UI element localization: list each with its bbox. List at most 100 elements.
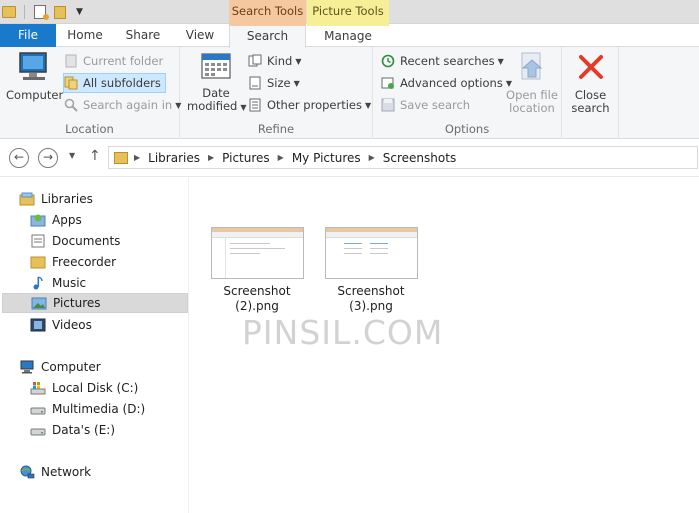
computer-button-label: Computer [6, 88, 64, 102]
sidebar-item-documents[interactable]: Documents [30, 231, 120, 251]
sidebar-item-music[interactable]: Music [30, 273, 86, 293]
videos-icon [30, 318, 46, 332]
breadcrumb-separator-icon[interactable]: ▶ [369, 153, 375, 162]
network-icon [20, 465, 35, 479]
tab-search[interactable]: Search [229, 24, 306, 48]
breadcrumb-screenshots[interactable]: Screenshots [383, 151, 456, 165]
properties-icon[interactable] [34, 5, 49, 20]
tab-file[interactable]: File [0, 24, 56, 47]
calendar-icon [201, 53, 231, 79]
sidebar-item-label: Data's (E:) [52, 423, 116, 437]
file-item[interactable]: Screenshot (3).png [321, 227, 421, 314]
file-item[interactable]: Screenshot (2).png [207, 227, 307, 314]
breadcrumb-libraries[interactable]: Libraries [148, 151, 200, 165]
sidebar-item-label: Music [52, 276, 87, 290]
sidebar-item-multimedia[interactable]: Multimedia (D:) [30, 399, 145, 419]
kind-icon [248, 54, 262, 67]
tab-home[interactable]: Home [56, 24, 114, 47]
date-modified-button[interactable]: Date modified ▼ [187, 51, 247, 114]
sidebar-item-apps[interactable]: Apps [30, 210, 82, 230]
address-bar[interactable]: ▶ Libraries ▶ Pictures ▶ My Pictures ▶ S… [108, 146, 698, 169]
options-group-label: Options [444, 122, 490, 136]
navigation-pane: Libraries Apps Documents Freecorder Musi… [0, 178, 189, 513]
location-group-label: Location [65, 122, 114, 136]
sidebar-item-label: Local Disk (C:) [52, 381, 139, 395]
sidebar-item-pictures[interactable]: Pictures [2, 293, 188, 313]
search-tools-context-label: Search Tools [229, 0, 306, 24]
recent-searches-button[interactable]: Recent searches ▼ [381, 51, 504, 71]
forward-arrow-icon[interactable]: → [38, 148, 58, 168]
chevron-down-icon: ▼ [295, 56, 302, 66]
chevron-down-icon: ▼ [365, 100, 372, 110]
chevron-down-icon: ▼ [240, 103, 247, 112]
sidebar-item-label: Pictures [53, 296, 101, 310]
sidebar-item-libraries[interactable]: Libraries [19, 189, 93, 209]
navigation-bar: ← → ▼ ↑ ▶ Libraries ▶ Pictures ▶ My Pict… [0, 139, 699, 177]
tab-manage[interactable]: Manage [307, 24, 389, 47]
subfolders-icon [64, 76, 78, 90]
new-folder-icon[interactable] [54, 5, 66, 19]
save-search-label: Save search [400, 98, 471, 112]
date-modified-label-line2: modified [187, 99, 238, 113]
up-arrow-icon[interactable]: ↑ [89, 148, 101, 164]
customize-toolbar-chevron-icon[interactable]: ▼ [76, 7, 83, 17]
sidebar-item-computer[interactable]: Computer [19, 357, 101, 377]
drive-icon [30, 428, 46, 436]
size-button[interactable]: Size ▼ [248, 73, 300, 93]
music-icon [33, 276, 43, 290]
back-arrow-icon[interactable]: ← [9, 148, 29, 168]
close-search-button[interactable]: Close search [562, 51, 619, 115]
advanced-options-icon [381, 77, 394, 89]
advanced-options-button[interactable]: Advanced options ▼ [381, 73, 512, 93]
refine-group-label: Refine [257, 122, 295, 136]
save-icon [381, 98, 395, 112]
computer-button[interactable]: Computer [6, 51, 64, 102]
properties-list-icon [249, 98, 261, 112]
sidebar-item-label: Network [41, 465, 92, 479]
breadcrumb-separator-icon[interactable]: ▶ [278, 153, 284, 162]
other-properties-label: Other properties [267, 98, 362, 112]
current-folder-label: Current folder [83, 54, 164, 68]
recent-searches-icon [381, 54, 395, 68]
folder-icon [114, 151, 128, 164]
breadcrumb-separator-icon[interactable]: ▶ [208, 153, 214, 162]
refine-group: Date modified ▼ Kind ▼ Size ▼ Other prope… [180, 47, 373, 139]
current-folder-button[interactable]: Current folder [64, 51, 163, 71]
open-file-location-icon [521, 52, 543, 80]
search-again-button[interactable]: Search again in ▼ [64, 95, 181, 115]
other-properties-button[interactable]: Other properties ▼ [248, 95, 371, 115]
kind-button[interactable]: Kind ▼ [248, 51, 301, 71]
size-label: Size [267, 76, 291, 90]
tab-share[interactable]: Share [114, 24, 172, 47]
computer-icon [20, 360, 34, 374]
recent-searches-label: Recent searches [400, 54, 495, 68]
breadcrumb-pictures[interactable]: Pictures [222, 151, 270, 165]
system-drive-icon [30, 382, 46, 395]
location-group: Computer Current folder All subfolders S… [0, 47, 181, 139]
sidebar-item-label: Documents [52, 234, 121, 248]
sidebar-item-freecorder[interactable]: Freecorder [30, 252, 116, 272]
sidebar-item-network[interactable]: Network [19, 462, 91, 482]
breadcrumb-my-pictures[interactable]: My Pictures [292, 151, 361, 165]
image-thumbnail [210, 227, 304, 279]
file-name-line2: (3).png [349, 299, 393, 313]
chevron-down-icon: ▼ [293, 78, 300, 88]
libraries-icon [19, 192, 35, 206]
breadcrumb-separator-icon[interactable]: ▶ [134, 153, 140, 162]
file-name-line2: (2).png [235, 299, 279, 313]
all-subfolders-button[interactable]: All subfolders [63, 73, 166, 93]
close-group: Close search [562, 47, 619, 139]
sidebar-item-local-disk[interactable]: Local Disk (C:) [30, 378, 138, 398]
recent-locations-chevron-icon[interactable]: ▼ [69, 151, 75, 160]
open-file-location-button[interactable]: Open file location [503, 51, 561, 115]
drive-icon [30, 407, 46, 415]
sidebar-item-videos[interactable]: Videos [30, 315, 92, 335]
watermark: PINSIL.COM [242, 313, 444, 352]
sidebar-item-datas[interactable]: Data's (E:) [30, 420, 115, 440]
save-search-button[interactable]: Save search [381, 95, 470, 115]
kind-label: Kind [267, 54, 293, 68]
picture-tools-context-label: Picture Tools [307, 0, 389, 24]
folder-icon [2, 6, 16, 18]
tab-view[interactable]: View [172, 24, 228, 47]
close-icon [578, 55, 603, 79]
